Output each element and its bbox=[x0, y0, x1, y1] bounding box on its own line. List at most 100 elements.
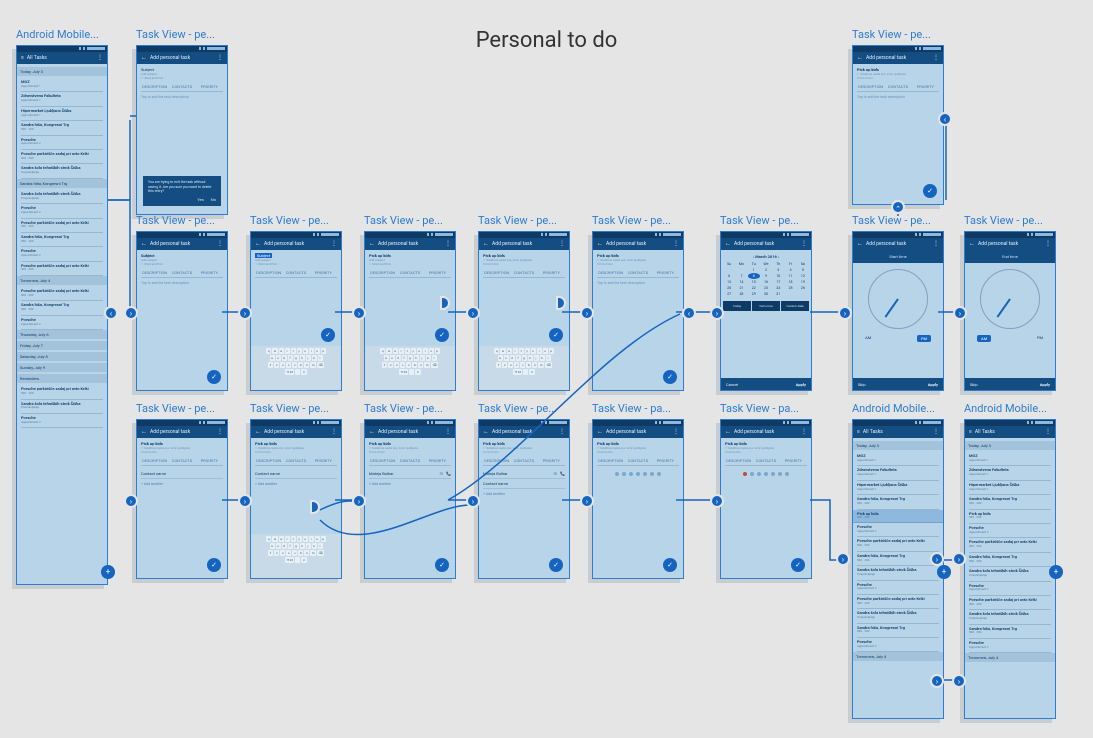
nav-node[interactable] bbox=[930, 552, 944, 566]
frame-dialog[interactable]: Task View - pe... ← Add personal task Su… bbox=[136, 28, 228, 215]
key[interactable]: b bbox=[298, 550, 303, 556]
phone-dialog[interactable]: ← Add personal task Subject Add subject … bbox=[136, 45, 228, 215]
tabs[interactable]: DESCRIPTIONCONTACTSPRIORITY bbox=[369, 268, 451, 278]
overflow-icon[interactable] bbox=[559, 238, 565, 250]
overflow-icon[interactable] bbox=[801, 238, 807, 250]
task-row[interactable]: MOZAppointment 1 bbox=[857, 452, 939, 466]
hamburger-icon[interactable]: ≡ bbox=[21, 52, 24, 64]
flow-canvas[interactable]: Personal to do Android Mobile... ≡ bbox=[0, 0, 1093, 738]
frame[interactable]: Task View - pe...←Add personal taskStart… bbox=[852, 214, 944, 391]
phone-screen[interactable]: ←Add personal taskPick up kids⚐ Srednica… bbox=[592, 231, 684, 391]
key[interactable]: i bbox=[309, 348, 314, 354]
task-row[interactable]: Sandra hiša, Kongresni Trg500 · 200 bbox=[969, 495, 1051, 509]
priority-picker[interactable] bbox=[597, 472, 679, 476]
back-icon[interactable]: ← bbox=[857, 238, 863, 250]
key[interactable]: z bbox=[502, 362, 507, 368]
app-bar[interactable]: ←Add personal task bbox=[251, 426, 341, 438]
key[interactable]: r bbox=[399, 348, 404, 354]
key[interactable]: m bbox=[310, 362, 316, 368]
key[interactable]: b bbox=[526, 362, 531, 368]
phone-screen[interactable]: ←Add personal taskStart timeAMPMSkipAppl… bbox=[852, 231, 944, 391]
action-bar[interactable]: CancelApply bbox=[721, 378, 811, 390]
key[interactable]: h bbox=[300, 355, 305, 361]
task-row[interactable]: Sandra šola tehniških strok ŠiškaPosprav… bbox=[21, 400, 103, 414]
overflow-icon[interactable] bbox=[445, 238, 451, 250]
key[interactable]: a bbox=[384, 355, 389, 361]
tabs[interactable]: DESCRIPTIONCONTACTSPRIORITY bbox=[255, 268, 337, 278]
key[interactable]: k bbox=[312, 355, 317, 361]
task-row[interactable]: PorscheAppointment 2 bbox=[969, 582, 1051, 596]
key[interactable]: j bbox=[534, 355, 539, 361]
key[interactable]: i bbox=[309, 536, 314, 542]
nav-node[interactable] bbox=[710, 494, 724, 508]
nav-node[interactable] bbox=[124, 306, 138, 320]
key[interactable]: d bbox=[282, 355, 287, 361]
calendar[interactable]: ‹ March 2016 ›SuMoTuWeThFrSa123456789101… bbox=[723, 254, 809, 297]
frame[interactable]: Task View - pe...←Add personal taskPick … bbox=[136, 402, 228, 579]
key[interactable]: y bbox=[411, 348, 416, 354]
key[interactable]: x bbox=[394, 362, 399, 368]
frame-top-right[interactable]: Task View - pe... ← Add personal task Pi… bbox=[852, 28, 944, 205]
app-bar[interactable]: ← Add personal task bbox=[137, 52, 227, 64]
app-bar[interactable]: ←Add personal task bbox=[251, 238, 341, 250]
phone-screen[interactable]: ←Add personal taskPick up kids⚐ Srednica… bbox=[720, 419, 812, 579]
key[interactable]: s bbox=[276, 543, 281, 549]
fab-add[interactable]: + bbox=[937, 565, 951, 579]
dialog-no[interactable]: No bbox=[211, 197, 216, 202]
phone-screen[interactable]: ←Add personal taskPick up kids⚐ Srednica… bbox=[136, 419, 228, 579]
key[interactable]: q bbox=[266, 536, 271, 542]
key[interactable]: o bbox=[315, 536, 320, 542]
key[interactable]: s bbox=[504, 355, 509, 361]
key[interactable] bbox=[295, 369, 300, 375]
key[interactable]: q bbox=[494, 348, 499, 354]
add-another[interactable]: + Add another bbox=[483, 489, 565, 499]
tabs[interactable]: DESCRIPTIONCONTACTSPRIORITY bbox=[483, 268, 565, 278]
overflow-icon[interactable] bbox=[933, 52, 939, 64]
key[interactable]: t bbox=[519, 348, 524, 354]
tab-description[interactable]: DESCRIPTION bbox=[483, 456, 510, 465]
fab-confirm[interactable] bbox=[435, 328, 449, 342]
back-icon[interactable]: ← bbox=[255, 238, 261, 250]
key[interactable]: w bbox=[272, 536, 277, 542]
key[interactable]: v bbox=[520, 362, 525, 368]
phone-pickup-top[interactable]: ← Add personal task Pick up kids ⚐ Sredn… bbox=[852, 45, 944, 205]
tab-description[interactable]: DESCRIPTION bbox=[255, 456, 282, 465]
nav-node[interactable] bbox=[838, 306, 852, 320]
app-bar[interactable]: ≡All Tasks bbox=[965, 426, 1055, 438]
tabs[interactable]: DESCRIPTION CONTACTS PRIORITY bbox=[857, 82, 939, 92]
key[interactable] bbox=[295, 557, 300, 563]
tab-contacts[interactable]: CONTACTS bbox=[510, 456, 537, 465]
key[interactable]: p bbox=[435, 348, 440, 354]
key[interactable]: i bbox=[537, 348, 542, 354]
btn-apply[interactable]: Apply bbox=[928, 382, 938, 387]
app-bar[interactable]: ←Add personal task bbox=[137, 238, 227, 250]
key[interactable]: t bbox=[291, 536, 296, 542]
app-bar[interactable]: ←Add personal task bbox=[593, 426, 683, 438]
nav-node[interactable] bbox=[352, 494, 366, 508]
key[interactable]: o bbox=[429, 348, 434, 354]
phone-screen[interactable]: ←Add personal taskEnd timeAMPMSkipApply bbox=[964, 231, 1056, 391]
key[interactable]: k bbox=[426, 355, 431, 361]
key[interactable]: s bbox=[276, 355, 281, 361]
clock-face[interactable] bbox=[980, 269, 1040, 329]
app-bar[interactable]: ←Add personal task bbox=[721, 238, 811, 250]
back-icon[interactable]: ← bbox=[597, 238, 603, 250]
frame[interactable]: Task View - pe...←Add personal taskSubje… bbox=[250, 214, 342, 391]
overflow-icon[interactable] bbox=[559, 426, 565, 438]
task-row[interactable]: Hipermarket Ljubljana ŠiškaAppointment 1 bbox=[969, 481, 1051, 495]
key[interactable]: ↵ bbox=[415, 369, 421, 375]
phone-screen[interactable]: ←Add personal taskPick up kids⚐ Srednica… bbox=[364, 419, 456, 579]
tab-priority[interactable]: PRIORITY bbox=[196, 82, 223, 91]
task-row[interactable]: Sandra šola tehniških strok ŠiškaPosprav… bbox=[857, 609, 939, 623]
tab-contacts[interactable]: CONTACTS bbox=[510, 268, 537, 277]
key[interactable]: e bbox=[507, 348, 512, 354]
overflow-icon[interactable] bbox=[1045, 426, 1051, 438]
tabs[interactable]: DESCRIPTION CONTACTS PRIORITY bbox=[141, 82, 223, 92]
app-bar[interactable]: ≡All Tasks bbox=[853, 426, 943, 438]
quick-dates[interactable]: TodayTomorrowCustom date bbox=[723, 301, 809, 311]
task-row[interactable]: Sandra hiša, Kongresni Trg500 · 200 bbox=[857, 552, 939, 566]
tab-priority[interactable]: PRIORITY bbox=[424, 456, 451, 465]
subject-field[interactable]: Pick up kids⚐ Srednica cesta xyz, xnnn L… bbox=[141, 441, 223, 454]
key[interactable]: d bbox=[282, 543, 287, 549]
tab-description[interactable]: DESCRIPTION bbox=[255, 268, 282, 277]
